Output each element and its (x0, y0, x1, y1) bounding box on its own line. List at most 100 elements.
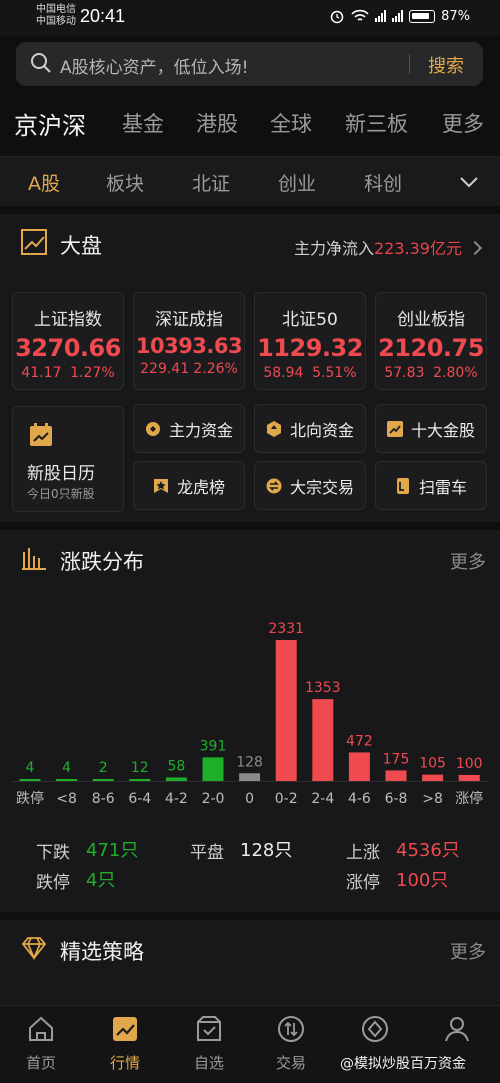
chart-category-label: 跌停 (16, 790, 44, 807)
tab-global[interactable]: 全球 (270, 108, 312, 138)
system-icons: 87% (329, 8, 470, 24)
chart-bar (165, 777, 187, 781)
down-label: 下跌 (36, 843, 70, 863)
chart-bar (385, 770, 407, 781)
tab-trade[interactable]: 交易 (256, 1014, 326, 1073)
wifi-icon (351, 9, 369, 21)
index-price: 10393.63 (135, 334, 243, 358)
chart-value-label: 105 (419, 756, 446, 772)
quick-link-label: 扫雷车 (418, 477, 467, 497)
tab-wealth[interactable] (340, 1014, 410, 1048)
subtab-chinext[interactable]: 创业 (278, 169, 316, 196)
index-card-sz[interactable]: 深证成指 10393.63 229.41 2.26% (133, 292, 245, 390)
carrier-info: 中国电信 中国移动 (36, 4, 76, 28)
block-trade-icon (266, 478, 282, 493)
tab-watchlist[interactable]: 自选 (174, 1014, 244, 1073)
trade-icon (278, 1016, 304, 1042)
subtab-star[interactable]: 科创 (364, 169, 402, 196)
chart-value-label: 4 (62, 760, 71, 776)
ipo-calendar-subtitle: 今日0只新股 (27, 487, 95, 501)
index-price: 1129.32 (257, 334, 363, 362)
status-time: 20:41 (80, 6, 126, 26)
index-card-sh[interactable]: 上证指数 3270.66 41.17 1.27% (12, 292, 124, 390)
tab-label: 交易 (275, 1054, 306, 1072)
search-button[interactable]: 搜索 (428, 52, 464, 78)
tab-jinghushen[interactable]: 京沪深 (14, 106, 86, 141)
market-tabs: 京沪深 基金 港股 全球 新三板 更多 (0, 108, 500, 144)
up-label: 上涨 (346, 843, 380, 863)
chart-category-label: 涨停 (455, 790, 483, 807)
index-name: 深证成指 (155, 310, 223, 330)
chart-category-label: 2-4 (311, 791, 334, 807)
signal-icon-1 (375, 10, 387, 22)
chart-value-label: 58 (167, 758, 185, 774)
mine-sweeper-button[interactable]: 扫雷车 (375, 461, 487, 510)
distribution-chart: 4 跌停 4 <8 2 8-6 12 6-4 58 4-2 391 2-0 128 0 2331 0-2 135… (12, 621, 488, 807)
chart-bar (92, 779, 114, 781)
capital-icon (145, 421, 160, 436)
search-bar[interactable]: A股核心资产，低位入场! 搜索 (16, 42, 483, 86)
battery-icon (409, 9, 436, 23)
search-placeholder[interactable]: A股核心资产，低位入场! (60, 53, 248, 78)
limit-down-label: 跌停 (36, 873, 70, 893)
strategy-more-link[interactable]: 更多 (450, 938, 486, 964)
dragon-tiger-button[interactable]: 龙虎榜 (133, 461, 245, 510)
index-price: 3270.66 (15, 334, 121, 362)
chevron-down-icon[interactable] (458, 171, 480, 193)
distribution-more-link[interactable]: 更多 (450, 548, 486, 574)
chart-bar (56, 779, 78, 781)
home-icon (29, 1016, 53, 1041)
tab-profile[interactable] (422, 1014, 492, 1048)
diamond-icon (21, 937, 47, 961)
chart-bar (19, 779, 41, 781)
top-stocks-icon (386, 420, 403, 437)
subtab-sector[interactable]: 板块 (106, 169, 144, 196)
chevron-right-icon (467, 240, 483, 256)
tab-home[interactable]: 首页 (6, 1014, 76, 1073)
carrier-2: 中国移动 (36, 16, 76, 27)
watermark-text: @模拟炒股百万资金 (340, 1056, 466, 1072)
tab-market[interactable]: 行情 (90, 1014, 160, 1073)
chart-category-label: 4-2 (165, 791, 188, 807)
subtab-bse[interactable]: 北证 (192, 169, 230, 196)
quick-link-label: 十大金股 (410, 420, 475, 440)
market-section: 大盘 主力净流入223.39亿元 上证指数 3270.66 41.17 1.27%… (0, 214, 500, 522)
wealth-icon (362, 1016, 388, 1042)
capital-flow-button[interactable]: 主力资金 (133, 404, 245, 453)
tab-label: 行情 (109, 1054, 140, 1072)
index-card-chinext[interactable]: 创业板指 2120.75 57.83 2.80% (375, 292, 487, 390)
tab-fund[interactable]: 基金 (122, 108, 164, 138)
distribution-section: 涨跌分布 更多 4 跌停 4 <8 2 8-6 12 6-4 58 4-2 391 2-0 128 0 23… (0, 530, 500, 912)
sub-tabs: A股 板块 北证 创业 科创 (0, 156, 500, 206)
chart-category-label: >8 (422, 791, 443, 807)
quick-link-label: 大宗交易 (289, 477, 354, 497)
index-change: 58.94 (263, 365, 304, 381)
ipo-calendar-card[interactable]: 新股日历 今日0只新股 (12, 406, 124, 512)
northbound-button[interactable]: 北向资金 (254, 404, 366, 453)
market-trend-icon (21, 229, 47, 255)
chart-category-label: <8 (56, 791, 77, 807)
block-trade-button[interactable]: 大宗交易 (254, 461, 366, 510)
subtab-a-share[interactable]: A股 (28, 169, 60, 196)
chart-value-label: 2331 (268, 621, 304, 637)
status-bar: 中国电信 中国移动 20:41 87% (0, 0, 500, 36)
index-price: 2120.75 (378, 334, 484, 362)
tab-neeq[interactable]: 新三板 (345, 108, 408, 138)
index-name: 创业板指 (397, 310, 465, 330)
index-pct: 2.26% (193, 361, 238, 377)
index-card-bse50[interactable]: 北证50 1129.32 58.94 5.51% (254, 292, 366, 390)
tab-more[interactable]: 更多 (442, 108, 484, 138)
index-pct: 5.51% (312, 365, 357, 381)
chart-category-label: 6-4 (128, 791, 151, 807)
main-flow-link[interactable]: 主力净流入223.39亿元 (294, 235, 483, 259)
down-count: 471只 (86, 840, 139, 861)
chart-value-label: 391 (200, 738, 227, 754)
tab-hk[interactable]: 港股 (196, 108, 238, 138)
distribution-icon (22, 548, 46, 570)
chart-bar (458, 774, 480, 781)
battery-level: 87% (441, 8, 470, 24)
top-stocks-button[interactable]: 十大金股 (375, 404, 487, 453)
tab-label: 自选 (193, 1054, 224, 1072)
mine-sweeper-icon (396, 477, 409, 494)
flat-label: 平盘 (190, 843, 224, 863)
